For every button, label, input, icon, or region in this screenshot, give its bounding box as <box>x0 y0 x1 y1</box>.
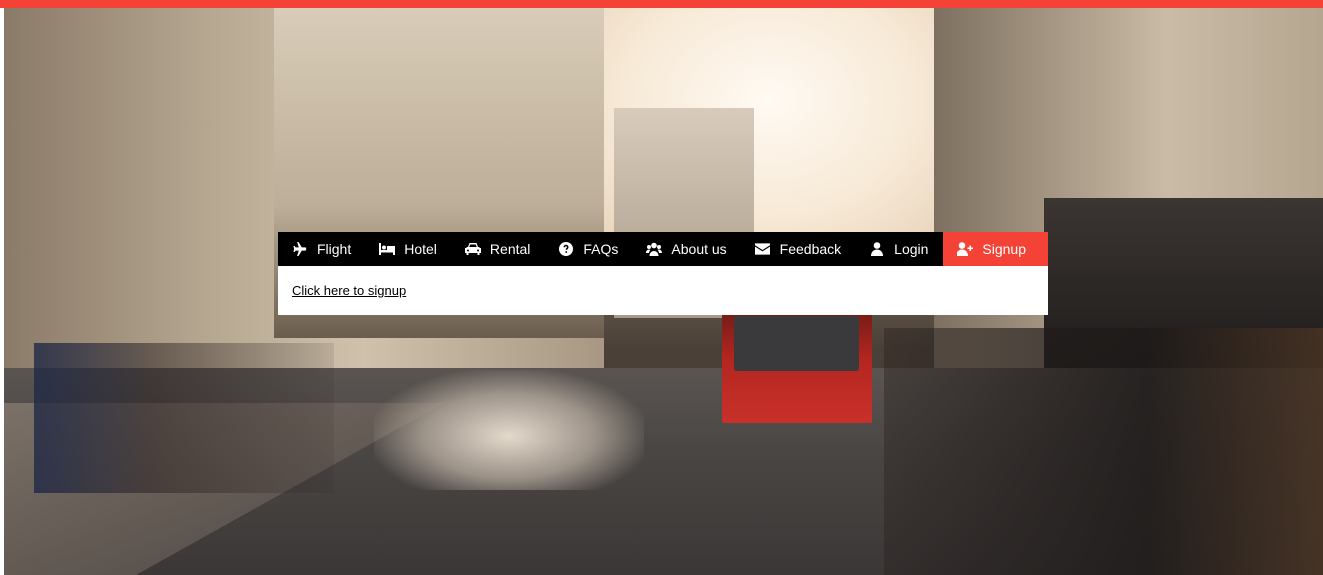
envelope-icon <box>755 241 771 257</box>
nav-label: Feedback <box>779 241 842 257</box>
plane-icon <box>292 241 308 257</box>
nav-label: FAQs <box>583 241 619 257</box>
users-icon <box>646 241 663 257</box>
nav-label: Flight <box>317 241 352 257</box>
bed-icon <box>379 241 396 257</box>
nav-item-faqs[interactable]: FAQs <box>544 232 632 266</box>
question-circle-icon <box>558 241 574 257</box>
user-icon <box>869 241 885 257</box>
nav-item-flight[interactable]: Flight <box>278 232 365 266</box>
signup-panel: Click here to signup <box>278 266 1048 315</box>
nav-item-signup[interactable]: Signup <box>943 232 1048 266</box>
pedestrians-left <box>34 343 334 493</box>
nav-label: About us <box>671 241 727 257</box>
nav-label: Signup <box>982 241 1026 257</box>
nav-item-rental[interactable]: Rental <box>451 232 544 266</box>
user-plus-icon <box>957 241 974 257</box>
signup-link[interactable]: Click here to signup <box>292 283 406 298</box>
car-icon <box>464 241 481 257</box>
nav-item-feedback[interactable]: Feedback <box>741 232 855 266</box>
nav-label: Hotel <box>404 241 437 257</box>
nav-item-login[interactable]: Login <box>855 232 942 266</box>
nav-label: Login <box>894 241 929 257</box>
nav-label: Rental <box>489 241 531 257</box>
bus-windshield <box>734 316 859 371</box>
pedestrians-right <box>884 328 1323 575</box>
top-accent-bar <box>0 0 1323 8</box>
nav-item-about-us[interactable]: About us <box>632 232 740 266</box>
blurred-car <box>374 370 644 490</box>
main-navigation: Flight Hotel Rental FAQs About us Feedba… <box>278 232 1048 266</box>
nav-item-hotel[interactable]: Hotel <box>365 232 451 266</box>
